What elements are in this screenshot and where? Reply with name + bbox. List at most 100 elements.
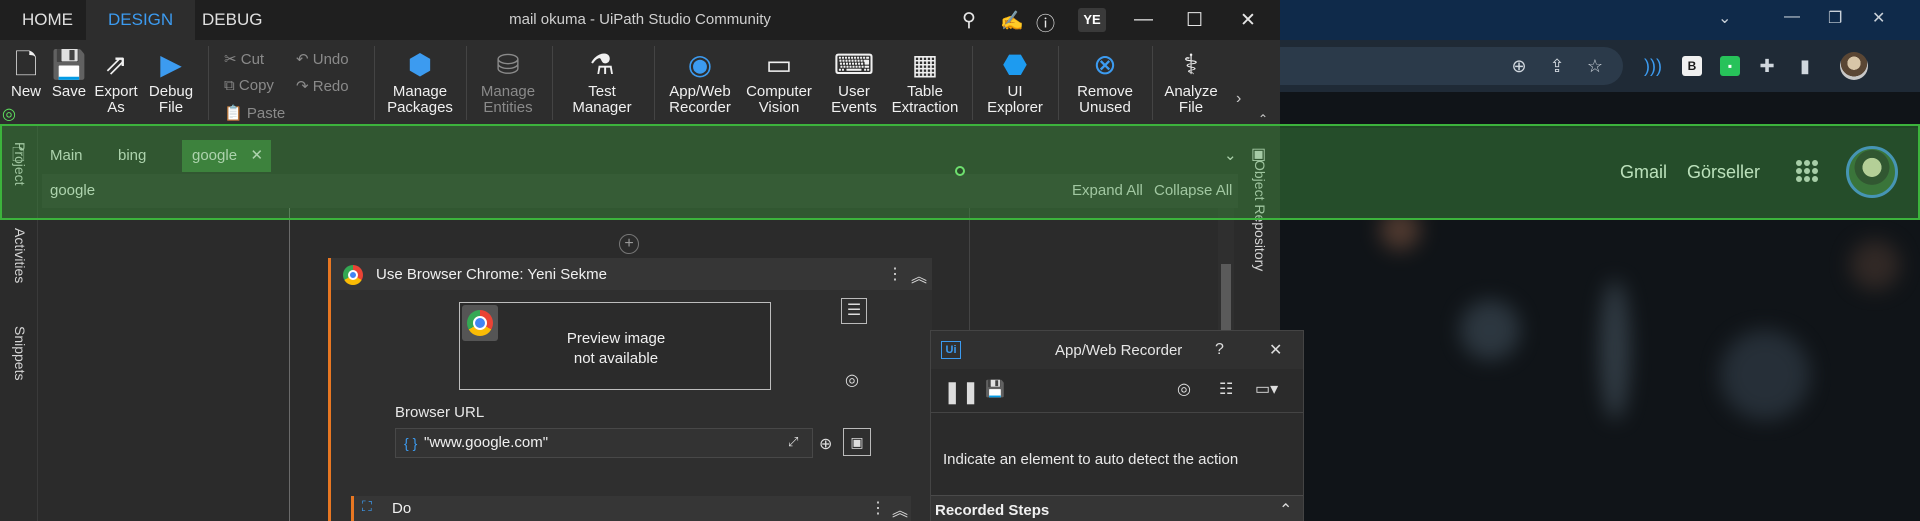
table-icon: ▦ [911,49,939,80]
remove-unused-button[interactable]: ⊗ Remove Unused [1070,46,1140,116]
minimize-icon[interactable]: — [1134,9,1153,31]
browser-window-icon[interactable]: ▣ [843,428,871,456]
recorder-label: App/Web [669,83,731,100]
use-browser-activity[interactable]: Use Browser Chrome: Yeni Sekme ⋮ ︽ Previ… [328,258,932,521]
ribbon-separator [1058,46,1059,120]
close-icon[interactable]: ✕ [1872,8,1885,28]
search-icon[interactable]: ⚲ [962,9,976,32]
redo-button[interactable]: ↷ Redo [296,77,349,95]
manage-packages-button[interactable]: ⬢ Manage Packages [386,46,454,116]
undo-button[interactable]: ↶ Undo [296,50,349,68]
debug-label: Debug [148,83,194,100]
more-options-icon[interactable]: ⋮ [887,264,903,284]
recorder-titlebar: Ui App/Web Recorder ? ✕ [931,331,1303,369]
star-icon[interactable]: ☆ [1582,53,1608,79]
recorder-label-2: Recorder [669,99,731,116]
ui-explorer-icon: ⬣ [1002,49,1028,80]
menu-icon[interactable]: ☰ [841,298,867,324]
target-icon[interactable]: ◎ [845,370,859,390]
export-as-button[interactable]: ⇗ Export As [92,46,140,116]
table-extraction-button[interactable]: ▦ Table Extraction [888,46,962,116]
save-button[interactable]: 💾 Save [50,46,88,100]
new-button[interactable]: 🗋 New [8,46,44,100]
sidepanel-icon[interactable]: ▮ [1792,53,1818,79]
pause-icon[interactable]: ❚❚ [943,379,980,405]
table-extraction-label: Table [907,83,943,100]
chrome-icon [343,265,363,285]
recorder-toolbar: ❚❚ 💾 ◎ ☷ ▭▾ [931,369,1303,413]
more-options-icon[interactable]: ⋮ [870,498,886,518]
snippets-panel-tab[interactable]: Snippets [12,326,28,380]
sequence-icon: ⛶ [362,498,372,514]
close-icon[interactable]: ✕ [1240,9,1256,32]
close-icon[interactable]: ✕ [1269,340,1282,360]
do-sequence-header[interactable]: ⛶ Do ⋮ ︽ [351,496,911,521]
extension-b-icon[interactable]: B [1682,56,1702,76]
table-extraction-label-2: Extraction [891,99,959,116]
computer-vision-button[interactable]: ▭ Computer Vision [742,46,816,116]
activity-header[interactable]: Use Browser Chrome: Yeni Sekme ⋮ ︽ [331,258,932,290]
analyze-file-button[interactable]: ⚕ Analyze File [1160,46,1222,116]
remove-unused-label: Remove [1077,83,1133,100]
expand-icon[interactable]: ⤢ [788,434,798,450]
help-button[interactable]: ? [1215,341,1224,359]
recorded-steps-header[interactable]: Recorded Steps ⌃ [931,495,1303,521]
minimize-icon[interactable]: — [1784,8,1800,26]
collapse-icon[interactable]: ︽ [911,263,927,287]
new-file-icon: 🗋 [14,49,38,80]
debug-file-button[interactable]: ▶ Debug File [148,46,194,116]
ribbon-separator [466,46,467,120]
recorder-instruction: Indicate an element to auto detect the a… [943,451,1239,468]
cut-label: Cut [240,51,265,68]
app-web-recorder-button[interactable]: ◉ App/Web Recorder [664,46,736,116]
user-events-button[interactable]: ⌨ User Events [826,46,882,116]
recorded-steps-label: Recorded Steps [935,502,1050,519]
feedback-icon[interactable]: ✍ [1000,9,1024,33]
new-label: New [10,83,41,100]
user-events-label: User [838,83,870,100]
copy-button[interactable]: ⧉ Copy [224,77,274,94]
profile-avatar[interactable] [1840,52,1868,80]
chevron-up-icon[interactable]: ⌃ [1279,500,1292,520]
restore-icon[interactable]: ❐ [1828,8,1842,28]
paste-button[interactable]: 📋 Paste [224,104,285,122]
browser-url-field[interactable]: { } "www.google.com" ⤢ [395,428,813,458]
preview-image[interactable]: Preview image not available [459,302,771,390]
manage-entities-button[interactable]: ⛁ Manage Entities [476,46,540,116]
chevron-down-icon[interactable]: ⌄ [1718,8,1731,28]
preview-line-1: Preview image [566,330,666,347]
add-circle-icon[interactable]: ⊕ [819,434,832,454]
user-avatar[interactable]: YE [1078,8,1106,32]
ribbon-scroll-right-icon[interactable]: › [1236,90,1241,108]
help-icon[interactable]: ⓘ [1036,9,1055,36]
save-icon[interactable]: 💾 [985,379,1005,399]
collapse-icon[interactable]: ︽ [892,497,908,521]
ui-explorer-button[interactable]: ⬣ UI Explorer [984,46,1046,116]
maximize-icon[interactable]: ☐ [1186,9,1203,32]
share-icon[interactable]: ⇪ [1544,53,1570,79]
copy-label: Copy [238,77,274,94]
tab-home[interactable]: HOME [0,0,95,40]
tab-design[interactable]: DESIGN [86,0,196,40]
cv-label: Computer [746,83,812,100]
manage-entities-label-2: Entities [483,99,533,116]
export-label: Export [94,83,138,100]
preview-line-2: not available [573,350,659,367]
cut-button[interactable]: ✂ Cut [224,50,264,68]
target-green-icon[interactable]: ◎ [2,104,16,124]
tab-debug[interactable]: DEBUG [180,0,284,40]
extension-green-icon[interactable]: ▪ [1720,56,1740,76]
test-manager-button[interactable]: ⚗ Test Manager [564,46,640,116]
zoom-icon[interactable]: ⊕ [1506,53,1532,79]
puzzle-icon[interactable]: ✚ [1754,53,1780,79]
extension-wave-icon[interactable]: ))) [1640,53,1666,79]
add-activity-icon[interactable]: + [619,234,639,254]
record-options-icon[interactable]: ▭▾ [1255,379,1278,399]
expression-icon: { } [404,435,418,451]
address-bar[interactable]: ⊕ ⇪ ☆ [1280,47,1623,85]
highlight-handle[interactable] [955,166,965,176]
target-settings-icon[interactable]: ◎ [1177,379,1191,399]
activities-panel-tab[interactable]: Activities [12,228,28,283]
steps-list-icon[interactable]: ☷ [1219,379,1233,399]
save-label: Save [51,83,87,100]
